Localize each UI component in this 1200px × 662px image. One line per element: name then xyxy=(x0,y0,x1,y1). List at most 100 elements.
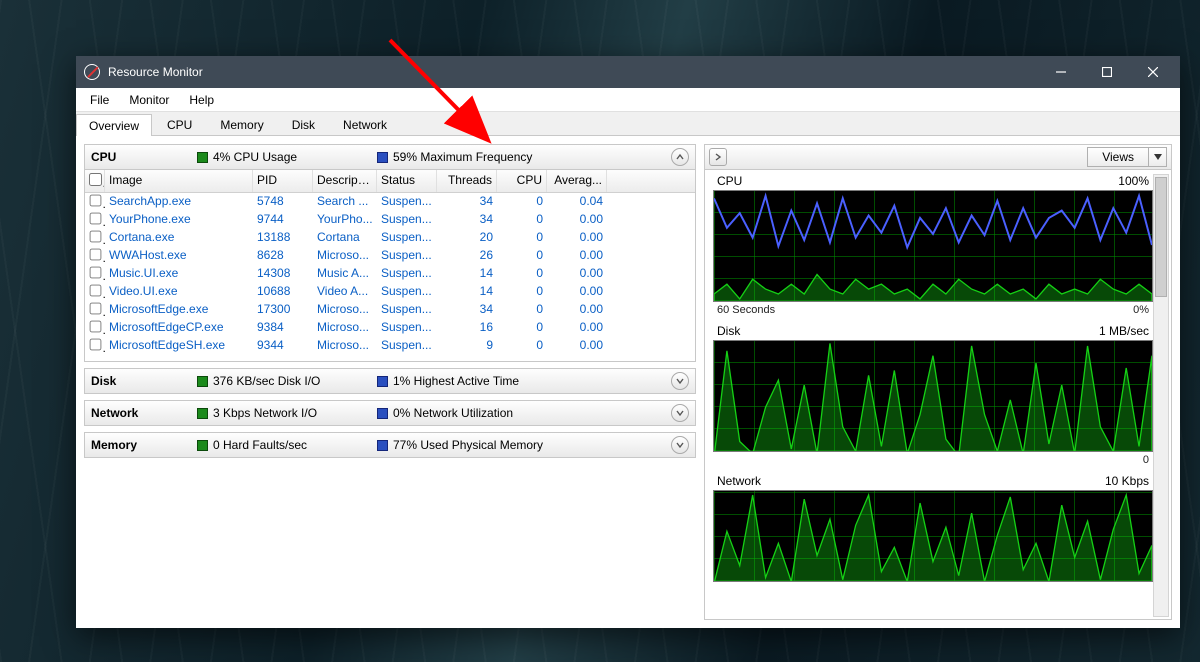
section-network-title: Network xyxy=(91,406,187,420)
views-dropdown[interactable]: Views xyxy=(1087,147,1167,167)
menu-monitor[interactable]: Monitor xyxy=(121,90,177,110)
cell-pid: 9744 xyxy=(253,211,313,229)
cell-cpu: 0 xyxy=(497,211,547,229)
cell-cpu: 0 xyxy=(497,193,547,211)
col-cpu[interactable]: CPU xyxy=(497,170,547,192)
right-scrollbar[interactable] xyxy=(1153,174,1169,617)
content-area: CPU 4% CPU Usage 59% Maximum Frequency I… xyxy=(76,136,1180,628)
cell-image: SearchApp.exe xyxy=(105,193,253,211)
cell-status: Suspen... xyxy=(377,337,437,355)
cell-threads: 16 xyxy=(437,319,497,337)
cell-cpu: 0 xyxy=(497,265,547,283)
row-checkbox[interactable] xyxy=(90,213,102,225)
table-row[interactable]: Music.UI.exe14308Music A...Suspen...1400… xyxy=(85,265,695,283)
col-image[interactable]: Image xyxy=(105,170,253,192)
row-checkbox[interactable] xyxy=(90,339,102,351)
cpu-chart-min: 0% xyxy=(1133,304,1149,316)
square-icon xyxy=(197,408,208,419)
charts-area[interactable]: CPU100% 60 Seconds0% Disk1 MB/sec xyxy=(704,170,1172,620)
cell-pid: 9344 xyxy=(253,337,313,355)
row-checkbox[interactable] xyxy=(90,285,102,297)
cell-description: Microso... xyxy=(313,319,377,337)
section-disk-header[interactable]: Disk 376 KB/sec Disk I/O 1% Highest Acti… xyxy=(84,368,696,394)
disk-chart-block: Disk1 MB/sec 0 xyxy=(713,322,1153,468)
network-chart xyxy=(713,490,1153,582)
section-network-header[interactable]: Network 3 Kbps Network I/O 0% Network Ut… xyxy=(84,400,696,426)
row-checkbox[interactable] xyxy=(90,231,102,243)
col-checkbox[interactable] xyxy=(85,170,105,192)
menu-help[interactable]: Help xyxy=(181,90,222,110)
cell-cpu: 0 xyxy=(497,247,547,265)
expand-network-button[interactable] xyxy=(671,404,689,422)
square-icon xyxy=(377,440,388,451)
cell-status: Suspen... xyxy=(377,247,437,265)
network-chart-svg xyxy=(714,491,1152,582)
col-description[interactable]: Descripti... xyxy=(313,170,377,192)
expand-memory-button[interactable] xyxy=(671,436,689,454)
minimize-button[interactable] xyxy=(1038,56,1084,88)
cell-average: 0.00 xyxy=(547,247,607,265)
cpu-chart-svg xyxy=(714,191,1152,302)
row-checkbox[interactable] xyxy=(90,321,102,333)
menu-file[interactable]: File xyxy=(82,90,117,110)
resource-monitor-window: Resource Monitor File Monitor Help Overv… xyxy=(76,56,1180,628)
table-body[interactable]: SearchApp.exe5748Search ...Suspen...3400… xyxy=(85,193,695,361)
table-row[interactable]: MicrosoftEdgeCP.exe9384Microso...Suspen.… xyxy=(85,319,695,337)
cpu-chart-xlabel: 60 Seconds xyxy=(717,304,775,316)
table-row[interactable]: YourPhone.exe9744YourPho...Suspen...3400… xyxy=(85,211,695,229)
disk-active-stat: 1% Highest Active Time xyxy=(377,374,661,388)
cell-average: 0.00 xyxy=(547,283,607,301)
section-memory-header[interactable]: Memory 0 Hard Faults/sec 77% Used Physic… xyxy=(84,432,696,458)
cell-average: 0.00 xyxy=(547,229,607,247)
app-icon xyxy=(84,64,100,80)
tab-disk[interactable]: Disk xyxy=(279,113,328,135)
window-titlebar[interactable]: Resource Monitor xyxy=(76,56,1180,88)
cell-description: Search ... xyxy=(313,193,377,211)
maximize-button[interactable] xyxy=(1084,56,1130,88)
network-io-stat: 3 Kbps Network I/O xyxy=(197,406,367,420)
table-row[interactable]: WWAHost.exe8628Microso...Suspen...2600.0… xyxy=(85,247,695,265)
cell-status: Suspen... xyxy=(377,193,437,211)
table-row[interactable]: MicrosoftEdgeSH.exe9344Microso...Suspen.… xyxy=(85,337,695,355)
table-row[interactable]: Cortana.exe13188CortanaSuspen...2000.00 xyxy=(85,229,695,247)
disk-chart xyxy=(713,340,1153,452)
row-checkbox[interactable] xyxy=(90,249,102,261)
cell-image: Cortana.exe xyxy=(105,229,253,247)
disk-chart-min: 0 xyxy=(1143,454,1149,466)
cell-threads: 26 xyxy=(437,247,497,265)
col-average[interactable]: Averag... xyxy=(547,170,607,192)
network-chart-block: Network10 Kbps xyxy=(713,472,1153,582)
cell-threads: 34 xyxy=(437,301,497,319)
square-icon xyxy=(377,376,388,387)
row-checkbox[interactable] xyxy=(90,303,102,315)
col-status[interactable]: Status xyxy=(377,170,437,192)
table-row[interactable]: SearchApp.exe5748Search ...Suspen...3400… xyxy=(85,193,695,211)
expand-disk-button[interactable] xyxy=(671,372,689,390)
table-row[interactable]: MicrosoftEdge.exe17300Microso...Suspen..… xyxy=(85,301,695,319)
collapse-cpu-button[interactable] xyxy=(671,148,689,166)
disk-chart-max: 1 MB/sec xyxy=(1099,324,1149,338)
col-threads[interactable]: Threads xyxy=(437,170,497,192)
scrollbar-thumb[interactable] xyxy=(1155,177,1167,297)
collapse-right-pane-button[interactable] xyxy=(709,148,727,166)
cell-average: 0.00 xyxy=(547,265,607,283)
cell-average: 0.00 xyxy=(547,337,607,355)
network-chart-title: Network xyxy=(717,474,761,488)
row-checkbox[interactable] xyxy=(90,195,102,207)
memory-faults-stat: 0 Hard Faults/sec xyxy=(197,438,367,452)
row-checkbox[interactable] xyxy=(90,267,102,279)
tab-cpu[interactable]: CPU xyxy=(154,113,205,135)
views-label: Views xyxy=(1088,150,1148,164)
col-pid[interactable]: PID xyxy=(253,170,313,192)
section-cpu-header[interactable]: CPU 4% CPU Usage 59% Maximum Frequency xyxy=(84,144,696,170)
memory-used-stat: 77% Used Physical Memory xyxy=(377,438,661,452)
tab-network[interactable]: Network xyxy=(330,113,400,135)
close-button[interactable] xyxy=(1130,56,1176,88)
right-pane: Views CPU100% 60 Seconds0% xyxy=(704,144,1172,620)
menu-bar: File Monitor Help xyxy=(76,88,1180,112)
tab-memory[interactable]: Memory xyxy=(207,113,276,135)
select-all-checkbox[interactable] xyxy=(89,173,102,186)
section-cpu-title: CPU xyxy=(91,150,187,164)
tab-overview[interactable]: Overview xyxy=(76,114,152,136)
table-row[interactable]: Video.UI.exe10688Video A...Suspen...1400… xyxy=(85,283,695,301)
